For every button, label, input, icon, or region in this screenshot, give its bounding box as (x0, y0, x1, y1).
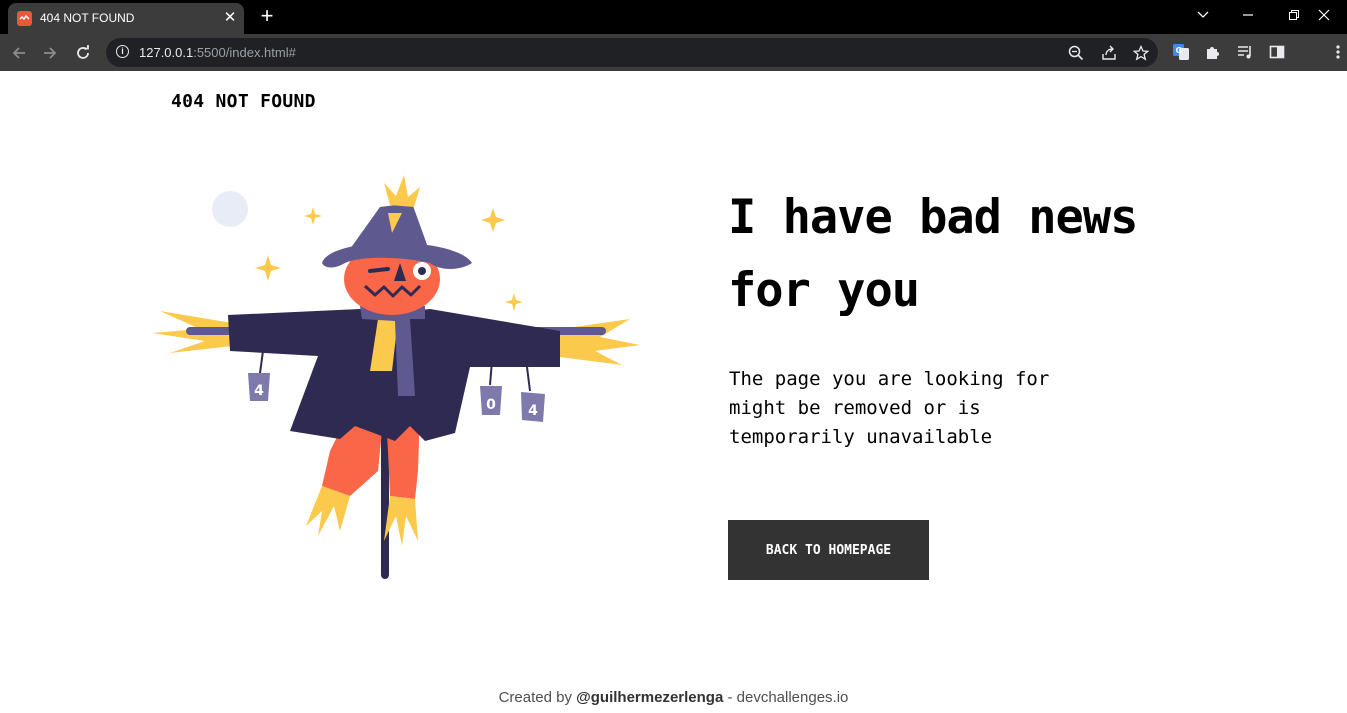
left-eye (368, 267, 390, 273)
browser-titlebar: 404 NOT FOUND ✕ + (0, 0, 1347, 34)
url-path: :5500/index.html# (193, 45, 296, 60)
footer-prefix: Created by (498, 689, 577, 706)
right-can: 4 (521, 366, 545, 422)
svg-text:G: G (1176, 46, 1183, 55)
left-can: 4 (248, 350, 270, 401)
scarecrow-illustration: 4 0 4 (152, 175, 640, 579)
tab-close-icon[interactable]: ✕ (221, 9, 239, 27)
bookmark-star-icon[interactable] (1131, 43, 1151, 63)
tab-search-icon[interactable] (1180, 0, 1226, 30)
middle-can: 0 (480, 360, 502, 415)
forward-arrow-icon[interactable] (38, 41, 62, 65)
back-to-homepage-button[interactable]: BACK TO HOMEPAGE (728, 520, 929, 580)
can-label-3: 4 (528, 403, 538, 419)
hat-straw (384, 175, 420, 207)
extensions-puzzle-icon[interactable] (1203, 42, 1223, 62)
browser-toolbar: i 127.0.0.1:5500/index.html# G (0, 34, 1347, 71)
side-panel-icon[interactable] (1267, 42, 1287, 62)
url-host: 127.0.0.1 (139, 45, 194, 60)
back-arrow-icon[interactable] (7, 41, 31, 65)
can-label-1: 4 (254, 383, 264, 399)
media-queue-icon[interactable] (1235, 42, 1255, 62)
translate-extension-icon[interactable]: G (1171, 42, 1191, 62)
minimize-icon[interactable] (1225, 0, 1271, 30)
footer-author-link[interactable]: @guilhermezerlenga (576, 689, 723, 706)
error-description: The page you are looking for might be re… (729, 368, 1050, 448)
close-window-icon[interactable] (1301, 0, 1347, 30)
right-straw (560, 319, 640, 365)
can-label-2: 0 (486, 397, 496, 413)
browser-tab[interactable]: 404 NOT FOUND ✕ (8, 3, 244, 34)
moon-shape (212, 191, 248, 227)
menu-kebab-icon[interactable] (1325, 42, 1345, 62)
tab-title: 404 NOT FOUND (40, 11, 135, 25)
favicon-icon (17, 11, 32, 26)
site-logo[interactable]: 404 NOT FOUND (171, 91, 316, 112)
site-info-icon[interactable]: i (116, 45, 129, 58)
url-text[interactable]: 127.0.0.1:5500/index.html# (139, 45, 296, 60)
hat-top (350, 203, 430, 253)
zoom-icon[interactable] (1066, 43, 1086, 63)
right-foot-straw (384, 496, 418, 546)
footer-suffix: - devchallenges.io (723, 689, 849, 706)
error-headline: I have bad news for you (728, 190, 1138, 318)
share-icon[interactable] (1099, 43, 1119, 63)
address-bar[interactable]: i 127.0.0.1:5500/index.html# (106, 38, 1158, 67)
page-content: 404 NOT FOUND 4 0 4 I have bad news for … (0, 71, 1347, 713)
new-tab-button[interactable]: + (255, 5, 279, 29)
reload-icon[interactable] (71, 41, 95, 65)
footer-credit: Created by @guilhermezerlenga - devchall… (0, 689, 1347, 706)
